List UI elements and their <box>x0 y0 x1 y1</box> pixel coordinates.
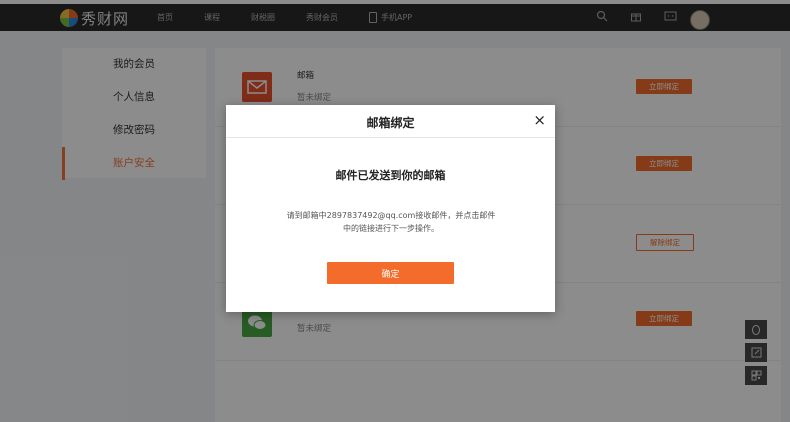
confirm-button[interactable]: 确定 <box>327 262 454 284</box>
dialog-header: 邮箱绑定 × <box>226 105 555 138</box>
dialog-heading: 邮件已发送到你的邮箱 <box>335 169 446 182</box>
close-icon[interactable]: × <box>533 111 546 129</box>
dialog-description: 请到邮箱中2897837492@qq.com接收邮件，并点击邮件中的链接进行下一… <box>286 211 496 233</box>
dialog-title: 邮箱绑定 <box>366 116 415 130</box>
email-binding-dialog: 邮箱绑定 × 邮件已发送到你的邮箱 请到邮箱中2897837492@qq.com… <box>226 105 555 312</box>
